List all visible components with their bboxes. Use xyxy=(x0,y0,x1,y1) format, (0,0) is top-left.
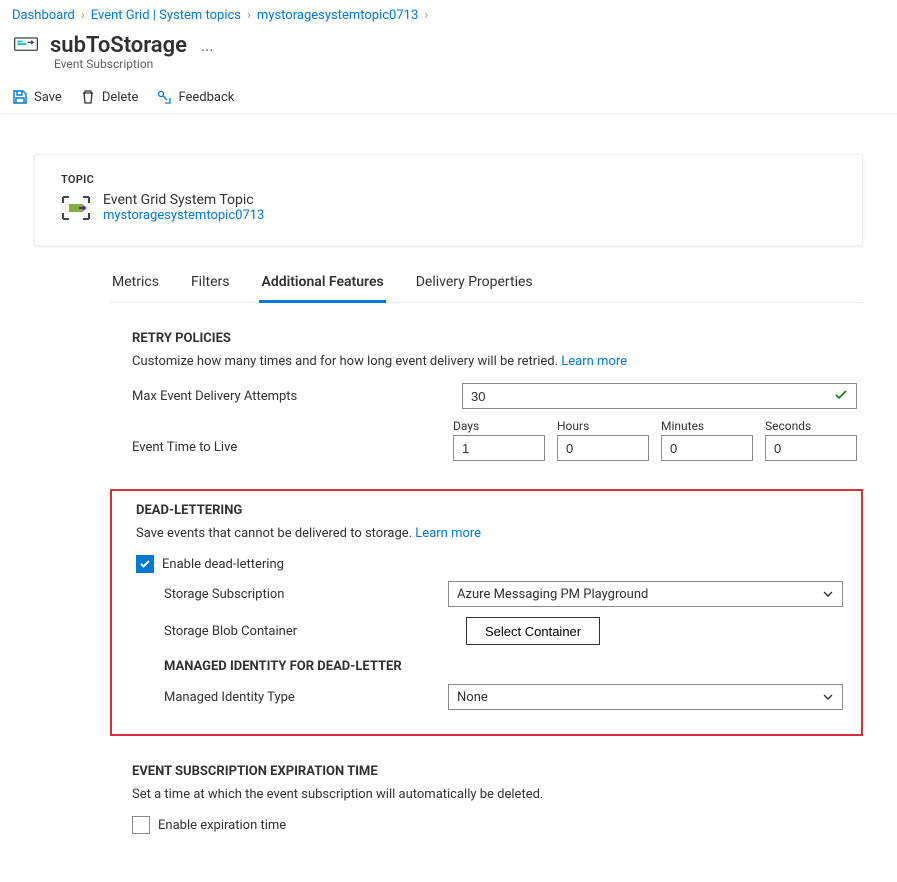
retry-heading: RETRY POLICIES xyxy=(132,331,863,346)
feedback-button[interactable]: Feedback xyxy=(156,89,234,105)
check-icon xyxy=(833,387,849,403)
retry-learn-more-link[interactable]: Learn more xyxy=(561,354,627,369)
tab-metrics[interactable]: Metrics xyxy=(110,264,161,302)
check-icon xyxy=(139,558,151,570)
save-label: Save xyxy=(34,90,62,105)
chevron-down-icon xyxy=(822,691,834,703)
tab-additional-features[interactable]: Additional Features xyxy=(259,264,385,303)
topic-link[interactable]: mystoragesystemtopic0713 xyxy=(103,208,264,223)
dead-letter-desc: Save events that cannot be delivered to … xyxy=(136,526,843,541)
ttl-hours-label: Hours xyxy=(557,419,649,433)
expiration-heading: EVENT SUBSCRIPTION EXPIRATION TIME xyxy=(132,764,863,779)
breadcrumb-link-dashboard[interactable]: Dashboard xyxy=(12,8,75,23)
ttl-hours-input[interactable] xyxy=(557,435,649,461)
dead-letter-highlight: DEAD-LETTERING Save events that cannot b… xyxy=(110,489,863,736)
ttl-label: Event Time to Live xyxy=(132,440,453,461)
max-attempts-input[interactable] xyxy=(462,383,857,409)
page-title: subToStorage xyxy=(50,33,187,58)
delete-button[interactable]: Delete xyxy=(80,89,139,105)
save-icon xyxy=(12,89,28,105)
dead-letter-section: DEAD-LETTERING Save events that cannot b… xyxy=(130,503,843,710)
managed-identity-label: Managed Identity Type xyxy=(164,690,448,705)
tab-delivery-properties[interactable]: Delivery Properties xyxy=(414,264,535,302)
more-menu-button[interactable]: ... xyxy=(197,36,218,55)
ttl-minutes-input[interactable] xyxy=(661,435,753,461)
topic-label: TOPIC xyxy=(61,173,836,186)
tab-filters[interactable]: Filters xyxy=(189,264,232,302)
managed-identity-heading: MANAGED IDENTITY FOR DEAD-LETTER xyxy=(164,659,843,674)
managed-identity-select[interactable]: None xyxy=(448,684,843,710)
storage-container-label: Storage Blob Container xyxy=(164,624,466,639)
enable-expiration-label: Enable expiration time xyxy=(158,818,286,833)
delete-label: Delete xyxy=(102,90,139,105)
retry-desc: Customize how many times and for how lon… xyxy=(132,354,863,369)
topic-card: TOPIC Event Grid System Topic mystorages… xyxy=(34,154,863,246)
ttl-seconds-label: Seconds xyxy=(765,419,857,433)
expiration-desc: Set a time at which the event subscripti… xyxy=(132,787,863,802)
chevron-down-icon xyxy=(822,588,834,600)
ttl-minutes-label: Minutes xyxy=(661,419,753,433)
title-block: subToStorage xyxy=(50,33,187,58)
page-title-row: subToStorage ... xyxy=(0,27,897,59)
storage-sub-select[interactable]: Azure Messaging PM Playground xyxy=(448,581,843,607)
ttl-days-label: Days xyxy=(453,419,545,433)
page-subtitle: Event Subscription xyxy=(0,57,897,71)
ttl-seconds-input[interactable] xyxy=(765,435,857,461)
breadcrumb: Dashboard › Event Grid | System topics ›… xyxy=(0,0,897,27)
dead-letter-learn-more-link[interactable]: Learn more xyxy=(415,526,481,541)
toolbar: Save Delete Feedback xyxy=(0,81,897,114)
select-container-button[interactable]: Select Container xyxy=(466,617,600,645)
feedback-label: Feedback xyxy=(178,90,234,105)
enable-dead-letter-label: Enable dead-lettering xyxy=(162,557,284,572)
enable-dead-letter-checkbox[interactable] xyxy=(136,555,154,573)
retry-section: RETRY POLICIES Customize how many times … xyxy=(110,331,863,461)
max-attempts-label: Max Event Delivery Attempts xyxy=(132,389,462,404)
chevron-right-icon: › xyxy=(81,8,85,23)
breadcrumb-link-systemtopics[interactable]: Event Grid | System topics xyxy=(91,8,241,23)
save-button[interactable]: Save xyxy=(12,89,62,105)
event-subscription-icon xyxy=(12,31,40,59)
chevron-right-icon: › xyxy=(424,8,428,23)
breadcrumb-link-topic[interactable]: mystoragesystemtopic0713 xyxy=(257,8,418,23)
enable-expiration-checkbox[interactable] xyxy=(132,816,150,834)
dead-letter-heading: DEAD-LETTERING xyxy=(136,503,843,518)
topic-icon xyxy=(61,195,91,221)
expiration-section: EVENT SUBSCRIPTION EXPIRATION TIME Set a… xyxy=(110,764,863,834)
delete-icon xyxy=(80,89,96,105)
storage-sub-label: Storage Subscription xyxy=(164,587,448,602)
chevron-right-icon: › xyxy=(247,8,251,23)
topic-title: Event Grid System Topic xyxy=(103,192,264,208)
ttl-days-input[interactable] xyxy=(453,435,545,461)
feedback-icon xyxy=(156,89,172,105)
tabs: Metrics Filters Additional Features Deli… xyxy=(110,264,863,303)
